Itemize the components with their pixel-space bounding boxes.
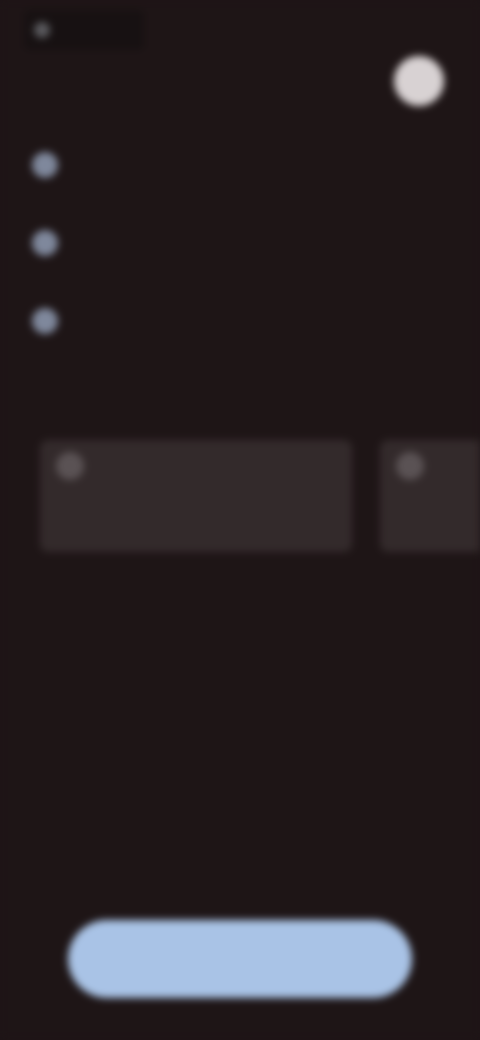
- back-icon[interactable]: [34, 22, 50, 38]
- card-carousel[interactable]: [40, 440, 480, 552]
- card-icon: [56, 452, 84, 480]
- step-icon: [32, 152, 58, 178]
- step-icon: [32, 230, 58, 256]
- step-icon: [32, 308, 58, 334]
- screen: [0, 0, 480, 1040]
- option-card[interactable]: [380, 440, 480, 552]
- card-icon: [396, 452, 424, 480]
- top-bar: [24, 10, 144, 50]
- avatar[interactable]: [394, 56, 444, 106]
- primary-button[interactable]: [68, 920, 412, 998]
- option-card[interactable]: [40, 440, 352, 552]
- steps-list: [32, 148, 448, 382]
- list-item: [32, 148, 448, 198]
- list-item: [32, 226, 448, 276]
- list-item: [32, 304, 448, 354]
